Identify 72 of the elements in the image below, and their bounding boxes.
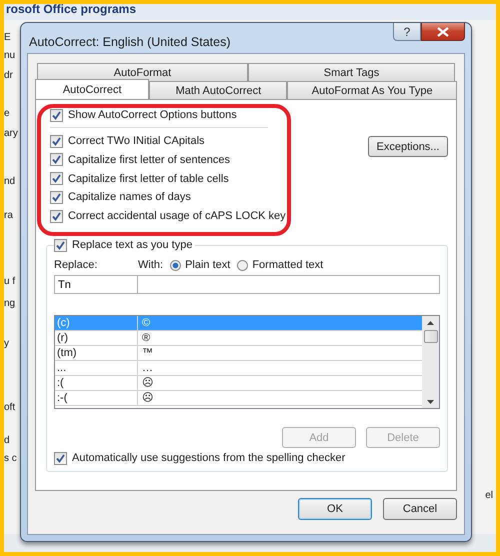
checkbox-label: Show AutoCorrect Options buttons <box>68 109 237 121</box>
list-row[interactable]: ... … <box>55 361 422 376</box>
checkbox[interactable] <box>50 108 63 122</box>
partial-text: nu <box>4 50 16 61</box>
tab[interactable]: AutoFormat As You Type <box>287 81 457 99</box>
tab[interactable]: Math AutoCorrect <box>149 81 288 99</box>
table-cell: (tm) <box>55 346 138 360</box>
partial-text: dr <box>4 70 13 81</box>
radio-button[interactable] <box>170 260 182 271</box>
checkbox-label: Correct accidental usage of cAPS LOCK key <box>68 210 286 222</box>
partial-text: ra <box>4 210 13 221</box>
list-row[interactable]: :-( ☹ <box>55 391 422 406</box>
partial-text: ng <box>4 298 16 309</box>
table-cell: :-( <box>55 391 138 406</box>
partial-text: nd <box>4 176 16 187</box>
list-row[interactable]: (r) ® <box>55 331 422 346</box>
radio-label: Formatted text <box>252 259 324 272</box>
checkbox-label: Capitalize names of days <box>68 191 191 204</box>
partial-text: y <box>4 338 9 349</box>
checkbox-label: Capitalize first letter of sentences <box>68 154 230 166</box>
up-arrow-icon[interactable] <box>427 321 434 326</box>
checkbox[interactable] <box>54 238 67 252</box>
partial-text: e <box>4 108 10 119</box>
partial-text: oft <box>4 402 16 413</box>
table-cell: :( <box>55 376 138 390</box>
table-cell-text: ® <box>141 331 150 346</box>
checkbox[interactable] <box>54 452 67 465</box>
field-label: With: <box>138 259 164 272</box>
down-arrow-icon[interactable] <box>427 400 434 404</box>
tab[interactable]: Smart Tags <box>248 63 455 81</box>
with-field[interactable] <box>138 275 440 294</box>
scrollbar[interactable] <box>422 316 439 408</box>
table-cell-text: © <box>141 316 150 330</box>
field-label: Replace: <box>54 259 98 272</box>
partial-text: E <box>4 32 11 43</box>
tab[interactable]: AutoFormat <box>37 63 248 81</box>
checkbox[interactable] <box>50 190 63 204</box>
radio-button[interactable] <box>237 260 248 271</box>
scroll-thumb[interactable] <box>424 330 438 344</box>
table-cell-text: … <box>141 361 153 376</box>
exceptions-button[interactable]: Exceptions... <box>368 136 448 157</box>
radio-label: Plain text <box>185 259 230 272</box>
checkbox-label: Correct TWo INitial CApitals <box>68 135 205 147</box>
partial-text: d <box>4 435 10 446</box>
dialog-button[interactable]: Cancel <box>383 498 457 520</box>
table-cell-text: ☹ <box>141 391 153 406</box>
list-row[interactable]: :( ☹ <box>55 376 422 392</box>
help-button[interactable]: ? <box>393 23 421 41</box>
close-button[interactable] <box>421 23 465 41</box>
checkbox[interactable] <box>50 153 63 166</box>
partial-text: u f <box>4 276 16 287</box>
table-cell-text: ☹ <box>141 376 153 390</box>
tab[interactable]: AutoCorrect <box>35 79 150 99</box>
replace-field[interactable]: Tn <box>54 275 138 294</box>
checkbox-label: Automatically use suggestions from the spelling checker <box>72 452 346 464</box>
checkbox[interactable] <box>50 134 63 148</box>
partial-text: el <box>485 490 493 501</box>
partial-text: ary <box>4 128 18 139</box>
table-cell: (c) <box>55 316 138 330</box>
checkbox-label: Replace text as you type <box>72 239 192 252</box>
checkbox-label: Capitalize first letter of table cells <box>68 172 229 185</box>
checkbox[interactable] <box>50 172 63 186</box>
partial-text: s c <box>4 453 17 464</box>
checkbox[interactable] <box>50 210 63 223</box>
window-title: rosoft Office programs <box>4 4 496 20</box>
table-cell-text: ™ <box>141 346 153 360</box>
close-icon <box>437 26 449 36</box>
dialog-button[interactable]: OK <box>298 498 372 520</box>
window-title: AutoCorrect: English (United States) <box>29 35 230 49</box>
list-row[interactable]: (tm) ™ <box>55 346 422 362</box>
table-cell: (r) <box>55 331 138 346</box>
table-cell: ... <box>55 361 138 376</box>
